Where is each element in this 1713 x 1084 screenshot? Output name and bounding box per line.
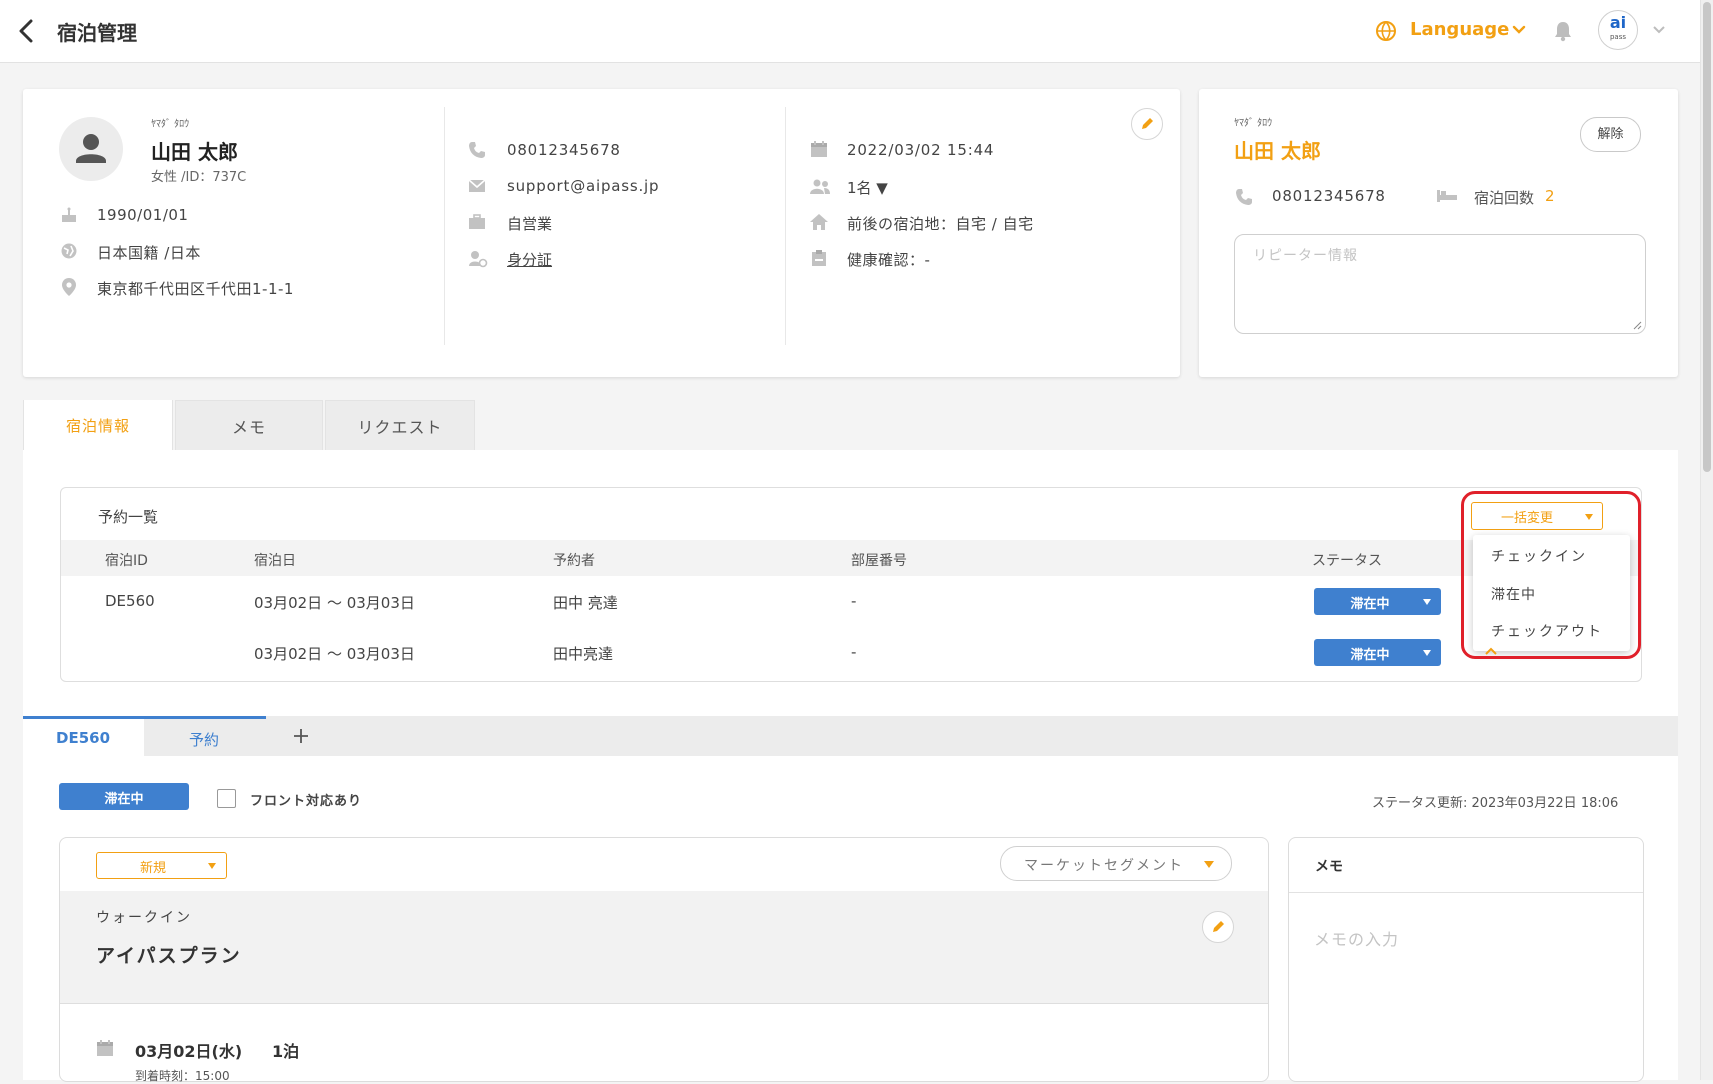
memo-input[interactable]: メモの入力 [1314, 926, 1399, 950]
repeater-info-textarea[interactable]: リピーター情報 [1234, 234, 1646, 334]
chevron-down-icon[interactable] [1512, 25, 1526, 35]
stay-count-value: 2 [1545, 187, 1555, 205]
caret-down-icon [1423, 599, 1431, 605]
column-header: 宿泊日 [254, 553, 296, 569]
prev-next-stay: 前後の宿泊地：自宅 / 自宅 [847, 215, 1034, 233]
guest-birthday: 1990/01/01 [97, 206, 189, 224]
birthday-cake-icon [60, 206, 78, 224]
back-arrow-icon[interactable] [18, 19, 34, 43]
globe-icon[interactable] [1375, 20, 1397, 42]
nights-count: 1泊 [272, 1042, 300, 1061]
status-dropdown[interactable]: 滞在中 [1314, 588, 1441, 615]
chevron-down-icon[interactable] [1652, 25, 1666, 35]
repeater-name: 山田 太郎 [1234, 139, 1321, 163]
guest-furigana: ﾔﾏﾀﾞ ﾀﾛｳ [151, 119, 190, 130]
location-pin-icon [61, 277, 77, 297]
guest-name: 山田 太郎 [151, 140, 238, 164]
mail-icon [468, 179, 486, 193]
scrollbar-thumb[interactable] [1703, 2, 1711, 472]
tab-stay-info[interactable]: 宿泊情報 [23, 400, 173, 450]
globe-icon [60, 242, 78, 260]
table-header [61, 540, 1639, 576]
reservation-room: - [851, 643, 857, 661]
column-header: 予約者 [553, 553, 595, 569]
guest-email: support@aipass.jp [507, 177, 660, 195]
divider [785, 107, 786, 345]
guest-avatar [59, 117, 123, 181]
reservation-booker: 田中 亮達 [553, 594, 618, 612]
divider [1289, 892, 1643, 893]
reservation-list-title: 予約一覧 [98, 508, 159, 526]
home-icon [809, 213, 829, 231]
status-updated-text: ステータス更新: 2023年03月22日 18:06 [1372, 796, 1619, 811]
tab-memo[interactable]: メモ [175, 400, 323, 450]
users-icon [809, 179, 831, 195]
briefcase-icon [468, 214, 486, 230]
column-header: ステータス [1312, 553, 1382, 569]
tab-request[interactable]: リクエスト [325, 400, 475, 450]
pencil-icon [1142, 118, 1153, 129]
guest-address: 東京都千代田区千代田1-1-1 [97, 280, 294, 298]
column-header: 宿泊ID [105, 553, 148, 569]
reservation-booker: 田中亮達 [553, 645, 614, 663]
page-title: 宿泊管理 [57, 21, 137, 45]
current-status-badge[interactable]: 滞在中 [59, 783, 189, 810]
highlight-annotation [1461, 491, 1641, 659]
caret-down-icon [1204, 861, 1214, 868]
user-icon [76, 134, 106, 163]
health-check: 健康確認：- [847, 251, 931, 269]
booking-channel: ウォークイン [96, 910, 192, 926]
column-header: 部屋番号 [851, 553, 907, 569]
resize-handle-icon [1633, 321, 1642, 330]
sub-tab-reservation[interactable]: 予約 [144, 716, 266, 756]
front-checkbox[interactable] [217, 789, 236, 808]
calendar-icon [96, 1039, 114, 1057]
guests-count-dropdown[interactable]: 1名 ▼ [847, 177, 888, 198]
calendar-icon [810, 140, 828, 158]
front-checkbox-label: フロント対応あり [250, 794, 363, 809]
id-card-user-icon [468, 250, 488, 268]
id-document-link[interactable]: 身分証 [507, 249, 552, 270]
new-status-dropdown[interactable]: 新規 [96, 852, 227, 879]
guest-phone: 08012345678 [507, 141, 621, 159]
repeater-furigana: ﾔﾏﾀﾞ ﾀﾛｳ [1234, 118, 1273, 129]
bell-icon[interactable] [1553, 20, 1573, 42]
reservation-room: - [851, 592, 857, 610]
caret-down-icon [208, 863, 216, 869]
arrival-time: 到着時刻：15:00 [135, 1069, 230, 1083]
sub-tab-bar [23, 716, 1678, 756]
reservation-id: DE560 [105, 592, 155, 610]
edit-guest-button[interactable] [1131, 108, 1163, 140]
sub-tab-de560[interactable]: DE560 [23, 716, 144, 756]
guest-occupation: 自営業 [507, 215, 553, 233]
bed-icon [1436, 189, 1458, 203]
reservation-dates: 03月02日 ～ 03月03日 [254, 594, 415, 612]
pencil-icon [1213, 921, 1224, 932]
divider [444, 107, 445, 345]
phone-icon [1235, 188, 1253, 206]
market-segment-dropdown[interactable]: マーケットセグメント [1000, 846, 1232, 881]
checkin-date: 03月02日(水) [135, 1042, 243, 1061]
active-tab-indicator [23, 716, 266, 719]
guest-gender-id: 女性 /ID：737C [151, 170, 247, 185]
status-dropdown[interactable]: 滞在中 [1314, 639, 1441, 666]
phone-icon [468, 141, 486, 159]
repeater-phone: 08012345678 [1272, 187, 1386, 205]
stay-count-label: 宿泊回数 [1474, 189, 1535, 207]
edit-plan-button[interactable] [1202, 911, 1234, 943]
avatar[interactable]: ai pass [1598, 10, 1638, 50]
memo-title: メモ [1315, 859, 1343, 875]
clipboard-icon [810, 249, 828, 267]
caret-down-icon [1423, 650, 1431, 656]
release-button[interactable]: 解除 [1580, 117, 1641, 152]
checkin-datetime: 2022/03/02 15:44 [847, 141, 995, 159]
language-selector[interactable]: Language [1410, 19, 1509, 40]
plan-name: アイパスプラン [96, 945, 242, 967]
add-tab-icon[interactable] [292, 727, 310, 745]
guest-nationality: 日本国籍 /日本 [97, 244, 201, 262]
reservation-dates: 03月02日 ～ 03月03日 [254, 645, 415, 663]
